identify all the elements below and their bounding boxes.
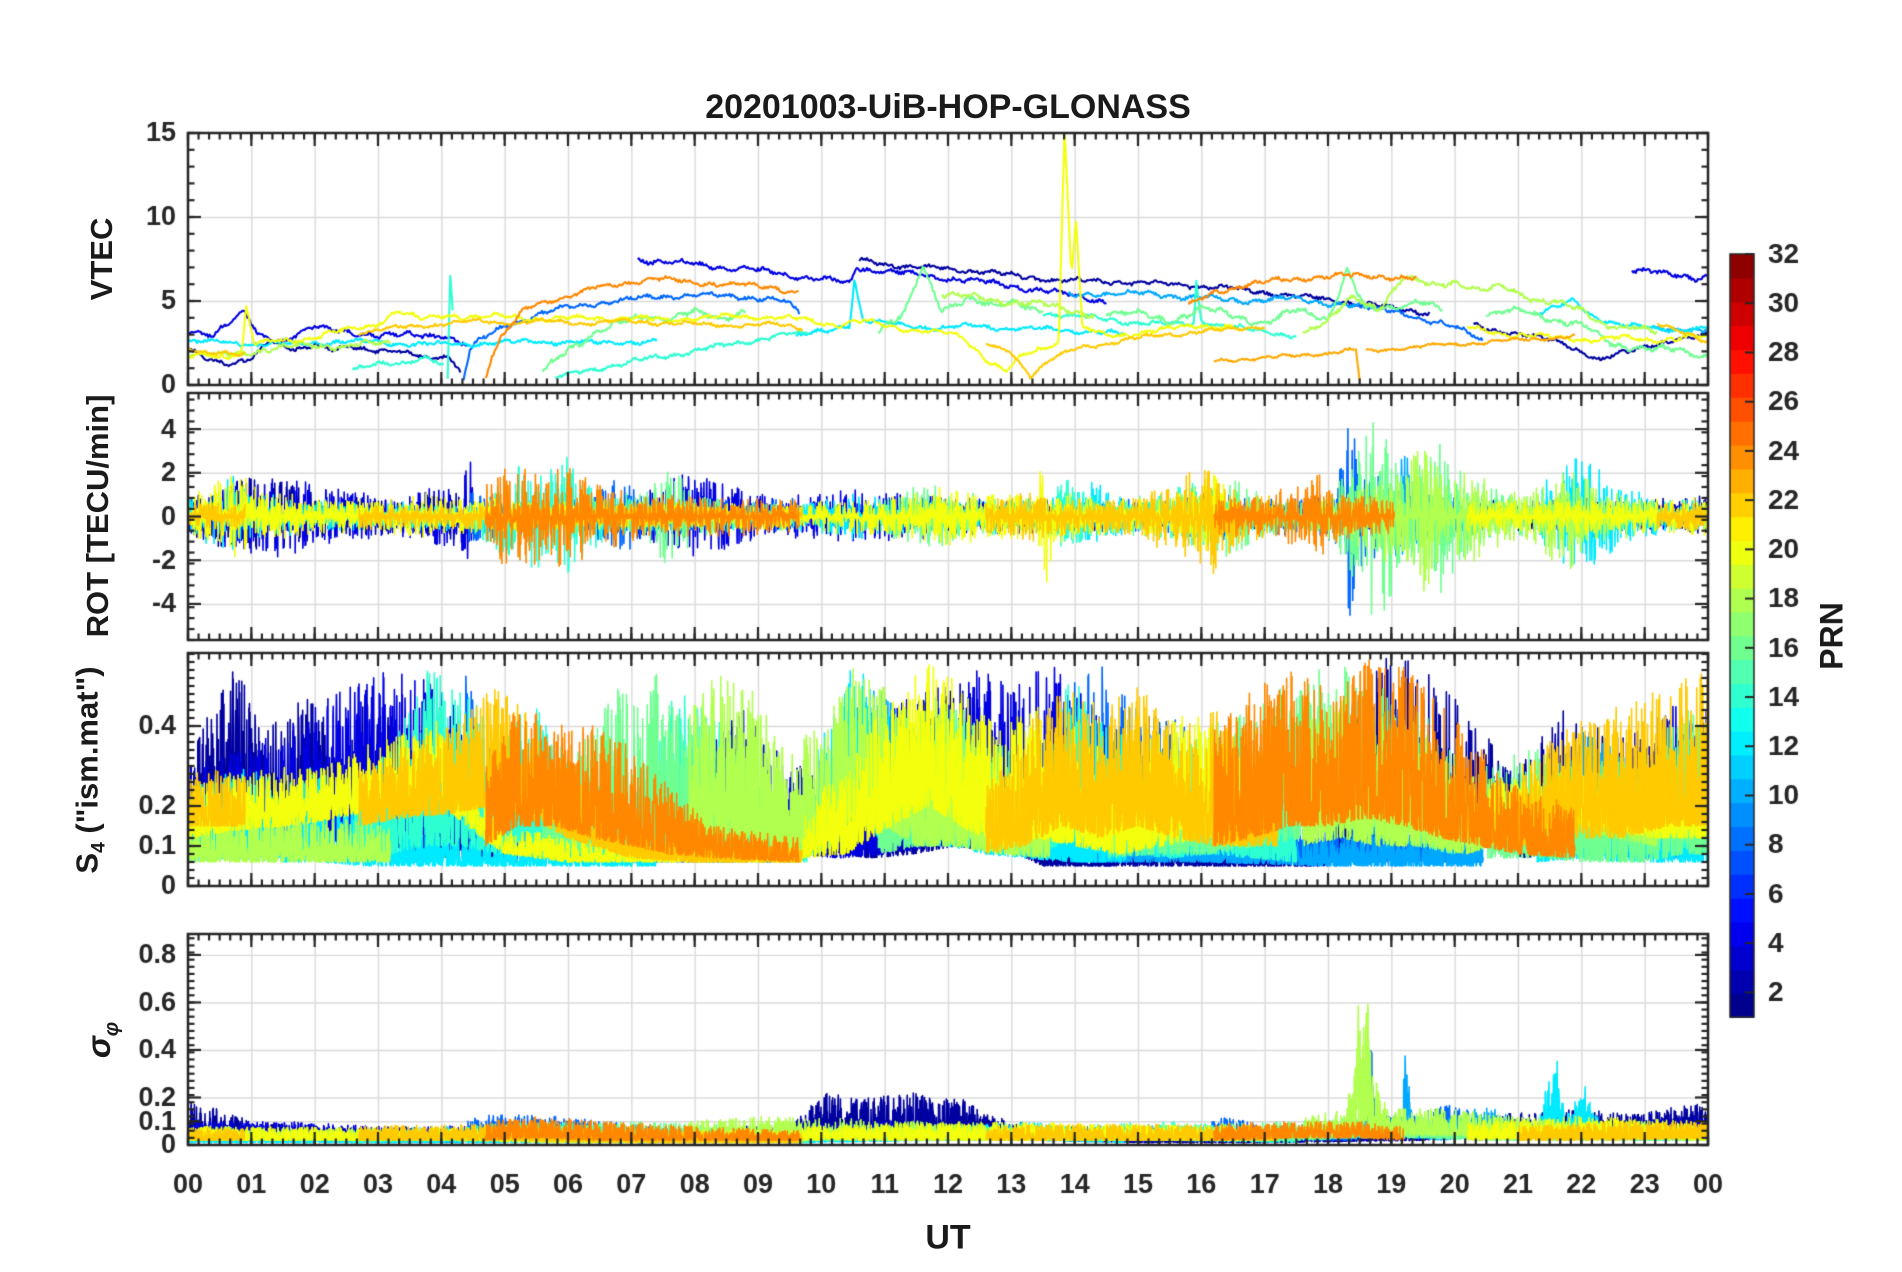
s4-subscript: 4 — [88, 842, 110, 853]
figure: 20201003-UiB-HOP-GLONASS VTEC ROT [TECU/… — [0, 0, 1902, 1272]
y-axis-label-s4: S4 ("ism.mat") — [69, 666, 110, 873]
sigma-symbol: σ — [80, 1036, 118, 1059]
s4-symbol: S — [69, 852, 105, 874]
y-axis-label-rot: ROT [TECU/min] — [80, 394, 115, 638]
chart-title: 20201003-UiB-HOP-GLONASS — [705, 88, 1191, 126]
x-axis-label: UT — [925, 1218, 971, 1257]
colorbar-label: PRN — [1813, 602, 1850, 670]
chart-canvas — [0, 0, 1902, 1272]
y-axis-label-vtec: VTEC — [84, 217, 119, 301]
y-axis-label-sigma-phi: σφ — [80, 1022, 124, 1058]
sigma-subscript: φ — [99, 1021, 123, 1037]
s4-suffix: ("ism.mat") — [69, 666, 105, 843]
